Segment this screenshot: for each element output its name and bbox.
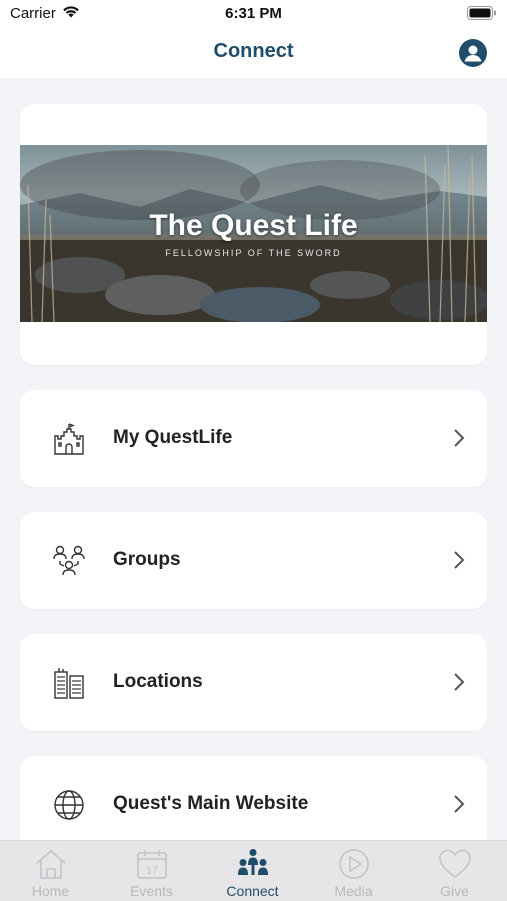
status-time: 6:31 PM (225, 5, 282, 22)
chevron-right-icon (453, 428, 465, 448)
menu-item-label: Quest's Main Website (113, 793, 309, 814)
battery-icon (467, 6, 497, 24)
globe-icon (52, 788, 86, 822)
home-icon (35, 849, 66, 879)
chevron-right-icon (453, 794, 465, 814)
menu-item-label: Locations (113, 671, 203, 692)
calendar-icon: 17 (136, 850, 167, 879)
tab-connect[interactable]: Connect (202, 841, 303, 901)
banner-title: The Quest Life (149, 209, 358, 242)
tab-home[interactable]: Home (0, 841, 101, 901)
banner-card[interactable]: The Quest Life FELLOWSHIP OF THE SWORD (20, 104, 487, 365)
tab-label: Connect (226, 883, 279, 899)
banner-image: The Quest Life FELLOWSHIP OF THE SWORD (20, 145, 487, 322)
status-bar: Carrier 6:31 PM (0, 0, 507, 28)
banner-subtitle: FELLOWSHIP OF THE SWORD (165, 248, 342, 258)
chevron-right-icon (453, 672, 465, 692)
tab-give[interactable]: Give (404, 841, 505, 901)
menu-item-main-website[interactable]: Quest's Main Website (20, 756, 487, 840)
chevron-right-icon (453, 550, 465, 570)
castle-icon (52, 422, 86, 456)
menu-item-groups[interactable]: Groups (20, 512, 487, 609)
page-title: Connect (213, 40, 294, 62)
nav-bar: Connect (0, 28, 507, 78)
tab-events[interactable]: 17 Events (101, 841, 202, 901)
user-icon (459, 39, 487, 67)
play-icon (338, 849, 369, 879)
tab-label: Media (334, 883, 373, 899)
buildings-icon (52, 666, 86, 700)
tab-label: Give (440, 883, 469, 899)
tab-bar: Home 17 Events Connect Media Give (0, 840, 507, 901)
tab-label: Home (31, 883, 70, 899)
people-icon (237, 849, 268, 875)
tab-media[interactable]: Media (303, 841, 404, 901)
menu-item-label: Groups (113, 549, 181, 570)
heart-icon (438, 849, 471, 879)
people-group-icon (52, 544, 86, 578)
content-scroll[interactable]: The Quest Life FELLOWSHIP OF THE SWORD M… (0, 78, 507, 840)
profile-button[interactable] (459, 39, 487, 67)
menu-item-label: My QuestLife (113, 427, 233, 448)
tab-label: Events (130, 883, 173, 899)
menu-item-locations[interactable]: Locations (20, 634, 487, 731)
menu-item-my-questlife[interactable]: My QuestLife (20, 390, 487, 487)
calendar-day: 17 (145, 865, 157, 877)
